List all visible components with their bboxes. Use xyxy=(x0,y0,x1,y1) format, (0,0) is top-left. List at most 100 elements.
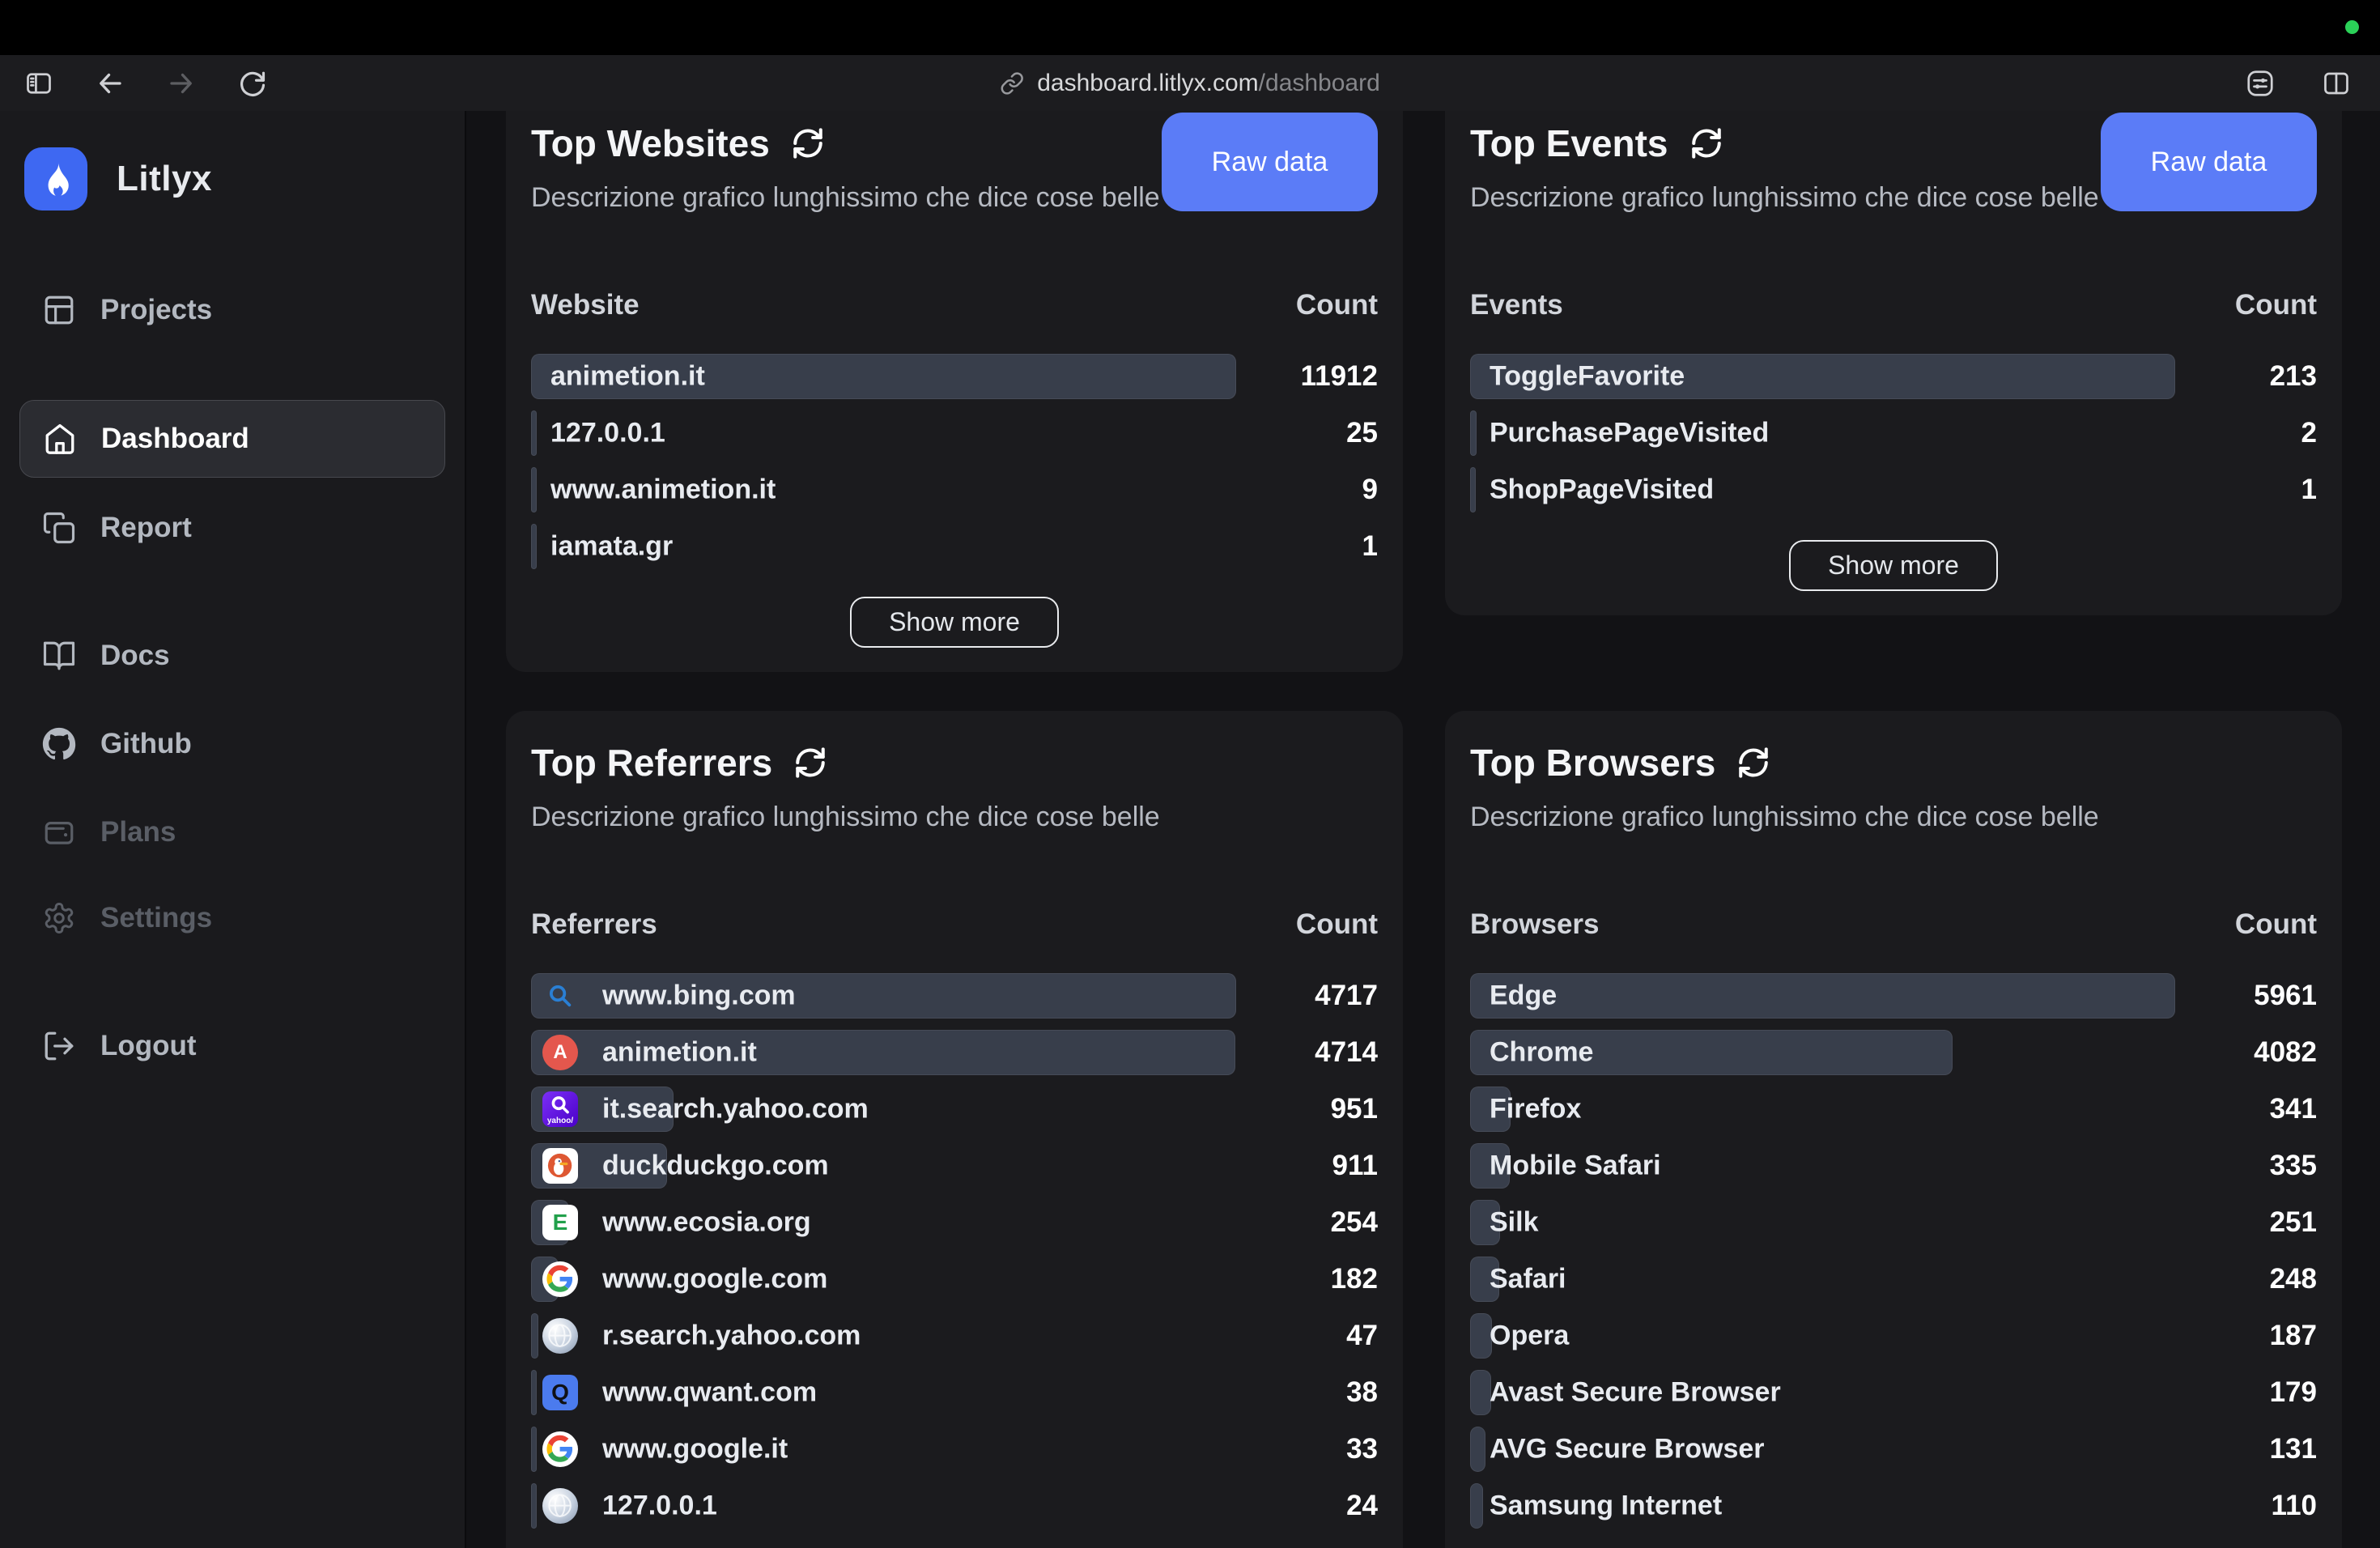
column-label: Browsers xyxy=(1470,908,1600,941)
row-label: animetion.it xyxy=(550,361,705,393)
reload-icon[interactable] xyxy=(233,64,272,103)
gear-icon xyxy=(42,901,76,935)
show-more-button[interactable]: Show more xyxy=(850,597,1059,648)
count-label: Count xyxy=(2235,289,2317,321)
count-bar xyxy=(531,467,537,512)
count-bar xyxy=(531,1370,537,1415)
report-icon xyxy=(42,511,76,545)
sidebar-item-settings[interactable]: Settings xyxy=(19,892,445,944)
row-label: animetion.it xyxy=(602,1037,757,1069)
show-more-button[interactable]: Show more xyxy=(1789,540,1998,591)
table-row: AVG Secure Browser131 xyxy=(1470,1427,2317,1472)
row-count: 2 xyxy=(2301,417,2317,449)
sidebar-item-dashboard[interactable]: Dashboard xyxy=(19,400,445,478)
card-title: Top Referrers xyxy=(531,740,772,785)
back-icon[interactable] xyxy=(91,64,130,103)
card-description: Descrizione grafico lunghissimo che dice… xyxy=(531,798,1378,836)
row-count: 5961 xyxy=(2254,980,2317,1012)
sidebar-item-github[interactable]: Github xyxy=(19,718,445,770)
animetion-favicon-icon: A xyxy=(542,1035,578,1070)
sidebar-item-projects[interactable]: Projects xyxy=(19,284,445,336)
url-host: dashboard.litlyx.com xyxy=(1037,70,1258,96)
forward-icon[interactable] xyxy=(162,64,201,103)
row-label: 127.0.0.1 xyxy=(550,418,665,449)
card-description: Descrizione grafico lunghissimo che dice… xyxy=(531,179,1162,216)
row-count: 131 xyxy=(2270,1433,2317,1465)
browser-action-buttons xyxy=(2241,64,2356,103)
sidebar-item-logout[interactable]: Logout xyxy=(19,1020,445,1072)
count-label: Count xyxy=(1296,289,1378,321)
card-top-referrers: Top Referrers Descrizione grafico lunghi… xyxy=(506,711,1403,1548)
wallet-icon xyxy=(42,815,76,849)
row-count: 248 xyxy=(2270,1263,2317,1295)
card-title: Top Events xyxy=(1470,121,1668,166)
row-count: 951 xyxy=(1331,1093,1378,1125)
row-count: 4714 xyxy=(1315,1036,1378,1069)
count-bar xyxy=(1470,467,1476,512)
sidebar-item-report[interactable]: Report xyxy=(19,502,445,554)
refresh-icon[interactable] xyxy=(791,126,825,160)
refresh-icon[interactable] xyxy=(793,746,827,780)
count-bar xyxy=(531,1313,538,1359)
address-bar[interactable]: dashboard.litlyx.com/dashboard xyxy=(1000,70,1380,97)
split-view-icon[interactable] xyxy=(2317,64,2356,103)
table-row: Edge 5961 xyxy=(1470,973,2317,1019)
row-count: 11912 xyxy=(1301,360,1378,393)
table-row: Opera 187 xyxy=(1470,1313,2317,1359)
count-bar xyxy=(531,1483,537,1529)
column-label: Events xyxy=(1470,289,1563,321)
sidebar-item-label: Github xyxy=(100,728,192,760)
table-header: Browsers Count xyxy=(1470,908,2317,941)
google-favicon-icon xyxy=(542,1261,578,1297)
browser-toolbar: dashboard.litlyx.com/dashboard xyxy=(0,55,2380,111)
raw-data-button[interactable]: Raw data xyxy=(1162,113,1378,211)
card-top-websites: Top Websites Raw data Descrizione grafic… xyxy=(506,111,1403,672)
row-count: 110 xyxy=(2272,1490,2317,1522)
row-label: Edge xyxy=(1490,980,1557,1012)
sidebar-item-docs[interactable]: Docs xyxy=(19,630,445,682)
count-bar xyxy=(531,1427,537,1472)
row-label: Silk xyxy=(1490,1207,1538,1239)
row-label: iamata.gr xyxy=(550,531,673,563)
bing-favicon-icon xyxy=(542,978,578,1014)
row-count: 1 xyxy=(1362,530,1378,563)
count-bar xyxy=(1470,973,2175,1019)
page-settings-icon[interactable] xyxy=(2241,64,2280,103)
row-count: 251 xyxy=(2270,1206,2317,1239)
row-count: 335 xyxy=(2270,1150,2317,1182)
table-row: www.animetion.it9 xyxy=(531,467,1378,512)
row-label: ShopPageVisited xyxy=(1490,474,1714,506)
refresh-icon[interactable] xyxy=(1689,126,1723,160)
row-label: ToggleFavorite xyxy=(1490,361,1685,393)
macos-menubar xyxy=(0,0,2380,55)
row-label: www.qwant.com xyxy=(602,1377,817,1409)
sidebar-item-label: Plans xyxy=(100,816,176,848)
globe-favicon-icon xyxy=(542,1318,578,1354)
row-label: Opera xyxy=(1490,1320,1569,1352)
table-row: PurchasePageVisited2 xyxy=(1470,410,2317,456)
browser-nav-buttons xyxy=(19,64,272,103)
row-count: 341 xyxy=(2270,1093,2317,1125)
sidebar: Litlyx ProjectsDashboardReportDocsGithub… xyxy=(0,111,466,1548)
table-row: Avast Secure Browser 179 xyxy=(1470,1370,2317,1415)
url-path: /dashboard xyxy=(1259,70,1380,96)
sidebar-item-plans[interactable]: Plans xyxy=(19,806,445,858)
link-icon xyxy=(1000,71,1024,96)
row-count: 187 xyxy=(2270,1320,2317,1352)
table-row: Ewww.ecosia.org254 xyxy=(531,1200,1378,1245)
sidebar-toggle-icon[interactable] xyxy=(19,64,58,103)
table-row: Chrome4082 xyxy=(1470,1030,2317,1075)
row-count: 4082 xyxy=(2254,1036,2317,1069)
raw-data-button[interactable]: Raw data xyxy=(2101,113,2317,211)
count-label: Count xyxy=(2235,908,2317,941)
card-description: Descrizione grafico lunghissimo che dice… xyxy=(1470,798,2317,836)
row-label: 127.0.0.1 xyxy=(602,1491,717,1522)
table-row: Firefox341 xyxy=(1470,1087,2317,1132)
table-rows: Edge5961Chrome4082Firefox341Mobile Safar… xyxy=(1470,973,2317,1529)
table-row: www.bing.com4717 xyxy=(531,973,1378,1019)
refresh-icon[interactable] xyxy=(1736,746,1770,780)
row-label: Avast Secure Browser xyxy=(1490,1377,1781,1409)
sidebar-item-label: Report xyxy=(100,512,192,544)
table-row: ShopPageVisited1 xyxy=(1470,467,2317,512)
row-count: 179 xyxy=(2270,1376,2317,1409)
